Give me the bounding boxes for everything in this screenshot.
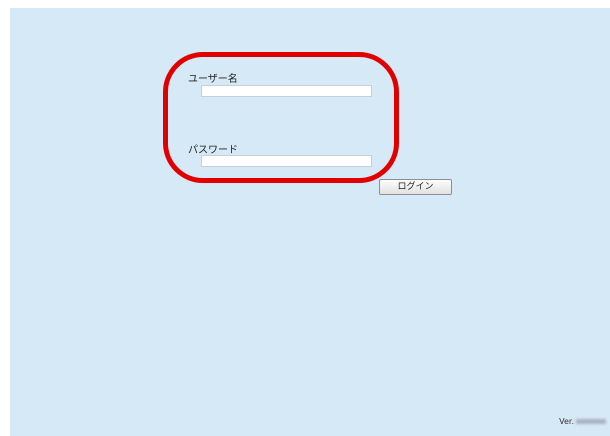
version-info: Ver. <box>559 417 606 426</box>
version-label: Ver. <box>559 417 574 426</box>
username-label: ユーザー名 <box>188 74 238 85</box>
version-number-blurred <box>576 419 606 424</box>
password-input[interactable] <box>201 155 372 167</box>
password-label: パスワード <box>188 145 238 156</box>
username-input[interactable] <box>201 85 372 97</box>
login-button[interactable]: ログイン <box>379 179 452 195</box>
login-page: ユーザー名 パスワード ログイン Ver. <box>10 8 610 436</box>
